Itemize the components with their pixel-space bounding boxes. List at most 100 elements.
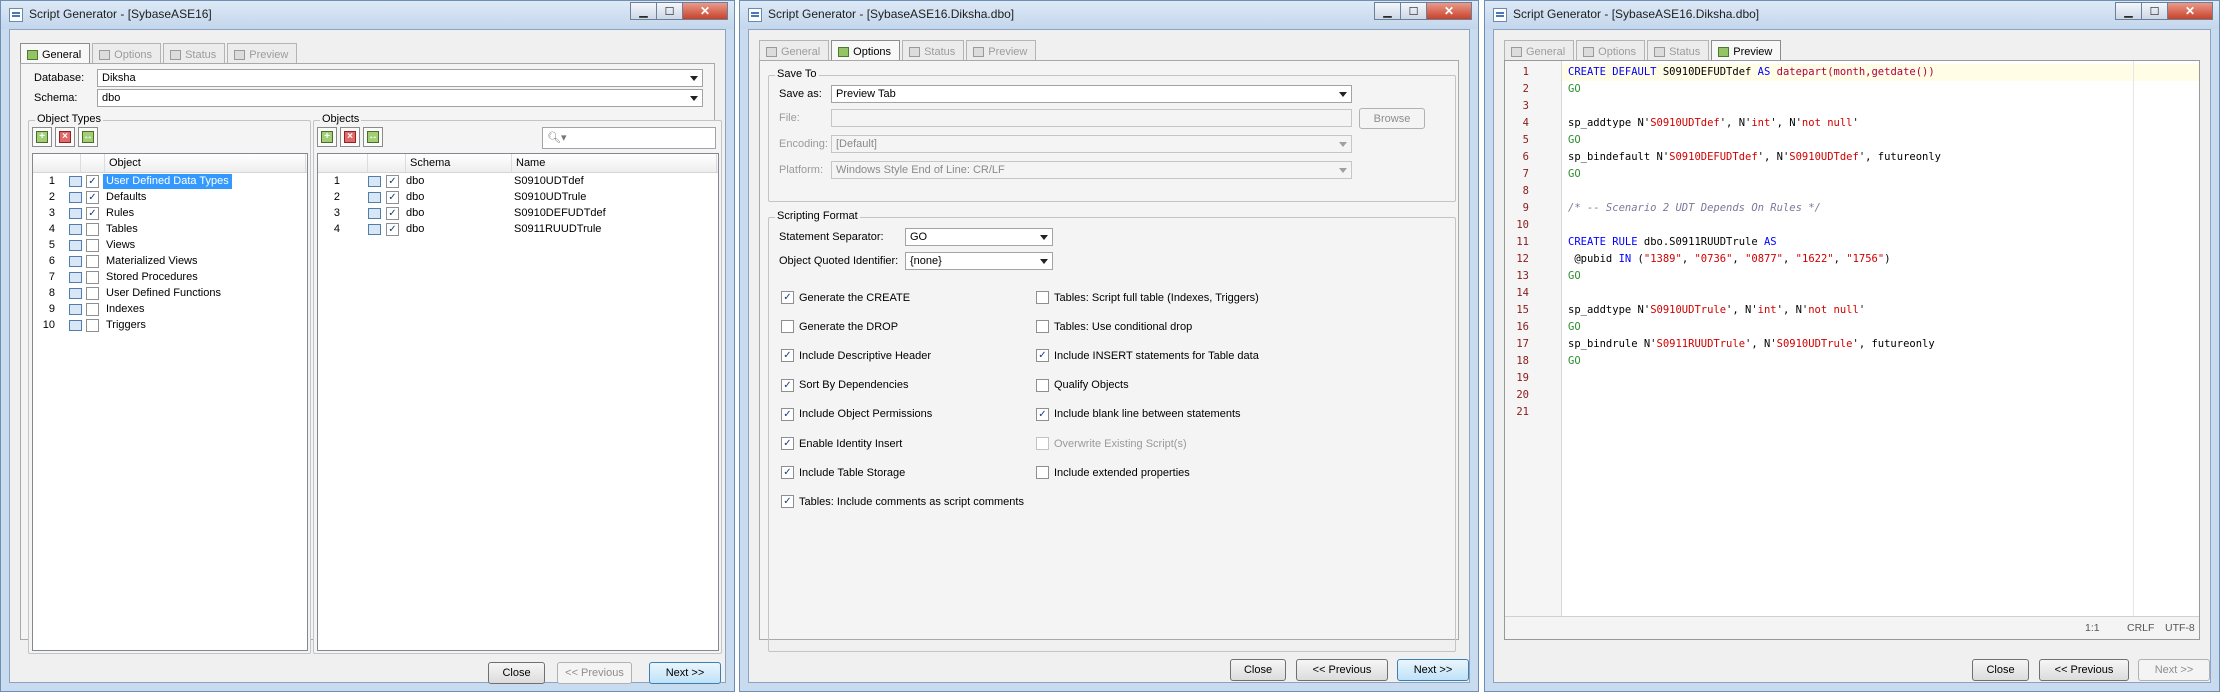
tab-general[interactable]: General: [759, 40, 830, 60]
statement-separator-select[interactable]: GO: [905, 228, 1053, 246]
next-button[interactable]: Next >>: [649, 662, 721, 684]
tab-status[interactable]: Status: [902, 40, 965, 60]
close-window-button[interactable]: ✕: [1426, 2, 1472, 20]
option-checkbox[interactable]: ✓ Include INSERT statements for Table dat…: [1036, 349, 1259, 363]
table-row[interactable]: 1 ✓ dbo S0910UDTdef: [318, 173, 718, 189]
maximize-button[interactable]: ☐: [1400, 2, 1427, 20]
row-checkbox[interactable]: ✓: [86, 191, 99, 204]
next-button[interactable]: Next >>: [1397, 659, 1469, 681]
option-checkbox[interactable]: ✓ Include blank line between statements: [1036, 407, 1241, 421]
checkbox-box[interactable]: [1036, 291, 1049, 304]
deselect-all-objects-button[interactable]: ×: [340, 127, 360, 147]
close-button[interactable]: Close: [1230, 659, 1286, 681]
checkbox-box[interactable]: [1036, 466, 1049, 480]
option-checkbox[interactable]: ✓ Include Descriptive Header: [781, 349, 931, 363]
row-checkbox[interactable]: ✓: [386, 191, 399, 204]
row-checkbox[interactable]: ✓: [86, 207, 99, 220]
schema-select[interactable]: dbo: [97, 89, 703, 107]
title-bar[interactable]: Script Generator - [SybaseASE16.Diksha.d…: [740, 1, 1478, 29]
row-checkbox[interactable]: [86, 287, 99, 300]
tab-general[interactable]: General: [20, 43, 91, 64]
checkbox-box[interactable]: [781, 320, 794, 334]
previous-button[interactable]: << Previous: [2039, 659, 2129, 681]
tab-preview[interactable]: Preview: [966, 40, 1037, 60]
save-as-select[interactable]: Preview Tab: [831, 85, 1352, 103]
select-all-objects-button[interactable]: +: [317, 127, 337, 147]
table-row[interactable]: 6 Materialized Views: [33, 253, 307, 269]
option-checkbox[interactable]: Tables: Use conditional drop: [1036, 320, 1192, 334]
option-checkbox[interactable]: Generate the DROP: [781, 320, 898, 334]
invert-objects-button[interactable]: ↔: [363, 127, 383, 147]
minimize-button[interactable]: ▁: [2115, 2, 2142, 20]
option-checkbox[interactable]: Include extended properties: [1036, 466, 1190, 480]
checkbox-box[interactable]: ✓: [781, 291, 794, 304]
database-select[interactable]: Diksha: [97, 69, 703, 87]
checkbox-box[interactable]: ✓: [781, 349, 794, 363]
tab-options[interactable]: Options: [831, 40, 901, 61]
tab-preview[interactable]: Preview: [1711, 40, 1782, 61]
row-checkbox[interactable]: [86, 303, 99, 316]
close-window-button[interactable]: ✕: [2167, 2, 2213, 20]
minimize-button[interactable]: ▁: [1374, 2, 1401, 20]
column-name[interactable]: Name: [512, 154, 717, 172]
row-checkbox[interactable]: [86, 255, 99, 268]
option-checkbox[interactable]: Qualify Objects: [1036, 378, 1129, 392]
row-checkbox[interactable]: [86, 239, 99, 252]
checkbox-box[interactable]: [1036, 320, 1049, 334]
platform-select[interactable]: Windows Style End of Line: CR/LF: [831, 161, 1352, 179]
option-checkbox[interactable]: ✓ Sort By Dependencies: [781, 378, 908, 392]
row-checkbox[interactable]: ✓: [386, 207, 399, 220]
table-row[interactable]: 3 ✓ Rules: [33, 205, 307, 221]
tab-status[interactable]: Status: [1647, 40, 1710, 60]
column-object[interactable]: Object: [105, 154, 306, 172]
table-row[interactable]: 4 ✓ dbo S0911RUUDTrule: [318, 221, 718, 237]
tab-status[interactable]: Status: [163, 43, 226, 63]
option-checkbox[interactable]: Overwrite Existing Script(s): [1036, 437, 1187, 450]
previous-button[interactable]: << Previous: [1296, 659, 1388, 681]
maximize-button[interactable]: ☐: [656, 2, 683, 20]
tab-options[interactable]: Options: [92, 43, 162, 63]
tab-options[interactable]: Options: [1576, 40, 1646, 60]
option-checkbox[interactable]: ✓ Generate the CREATE: [781, 291, 910, 304]
option-checkbox[interactable]: ✓ Include Object Permissions: [781, 407, 932, 421]
option-checkbox[interactable]: Tables: Script full table (Indexes, Trig…: [1036, 291, 1259, 304]
row-checkbox[interactable]: [86, 319, 99, 332]
select-all-button[interactable]: +: [32, 127, 52, 147]
quoted-identifier-select[interactable]: {none}: [905, 252, 1053, 270]
object-search-input[interactable]: 🔍︎▾: [542, 127, 716, 149]
checkbox-box[interactable]: ✓: [781, 437, 794, 450]
title-bar[interactable]: Script Generator - [SybaseASE16.Diksha.d…: [1485, 1, 2219, 29]
table-row[interactable]: 4 Tables: [33, 221, 307, 237]
column-schema[interactable]: Schema: [406, 154, 512, 172]
script-preview-editor[interactable]: 1 2 3 4 5 6 7 8 9 10 11 12 13 14 15 16 17 18 19 20 21 CREATE…: [1504, 60, 2200, 640]
table-row[interactable]: 7 Stored Procedures: [33, 269, 307, 285]
option-checkbox[interactable]: ✓ Include Table Storage: [781, 466, 905, 480]
checkbox-box[interactable]: ✓: [781, 378, 794, 392]
table-row[interactable]: 1 ✓ User Defined Data Types: [33, 173, 307, 189]
minimize-button[interactable]: ▁: [630, 2, 657, 20]
table-row[interactable]: 2 ✓ Defaults: [33, 189, 307, 205]
checkbox-box[interactable]: [1036, 378, 1049, 392]
checkbox-box[interactable]: [1036, 437, 1049, 450]
checkbox-box[interactable]: ✓: [1036, 407, 1049, 421]
file-path-input[interactable]: [831, 109, 1352, 127]
deselect-all-button[interactable]: ×: [55, 127, 75, 147]
encoding-select[interactable]: [Default]: [831, 135, 1352, 153]
close-button[interactable]: Close: [1972, 659, 2029, 681]
previous-button[interactable]: << Previous: [557, 662, 632, 684]
title-bar[interactable]: Script Generator - [SybaseASE16] ▁ ☐ ✕: [1, 1, 734, 29]
tab-preview[interactable]: Preview: [227, 43, 298, 63]
tab-general[interactable]: General: [1504, 40, 1575, 60]
table-row[interactable]: 8 User Defined Functions: [33, 285, 307, 301]
next-button[interactable]: Next >>: [2138, 659, 2210, 681]
table-row[interactable]: 2 ✓ dbo S0910UDTrule: [318, 189, 718, 205]
option-checkbox[interactable]: ✓ Tables: Include comments as script comm…: [781, 495, 1024, 509]
table-row[interactable]: 10 Triggers: [33, 317, 307, 333]
table-row[interactable]: 9 Indexes: [33, 301, 307, 317]
checkbox-box[interactable]: ✓: [1036, 349, 1049, 363]
checkbox-box[interactable]: ✓: [781, 495, 794, 509]
maximize-button[interactable]: ☐: [2141, 2, 2168, 20]
checkbox-box[interactable]: ✓: [781, 466, 794, 480]
table-row[interactable]: 3 ✓ dbo S0910DEFUDTdef: [318, 205, 718, 221]
invert-selection-button[interactable]: ↔: [78, 127, 98, 147]
